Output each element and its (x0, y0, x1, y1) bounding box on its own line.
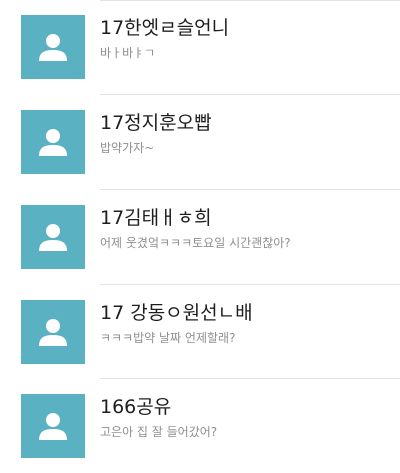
chat-preview: 바ㅏ바ㅑㄱ (100, 46, 156, 60)
chat-preview: 고은아 집 잘 들어갔어? (100, 425, 218, 439)
chat-name: 17 강동ㅇ원선ㄴ배 (100, 302, 253, 324)
chat-preview: 밥약가자~ (100, 141, 155, 155)
person-icon (39, 224, 67, 251)
avatar (21, 300, 85, 364)
chat-preview: ㅋㅋㅋ밥약 날짜 언제할래? (100, 331, 236, 345)
avatar (21, 205, 85, 269)
chat-preview: 어제 웃겼엌ㅋㅋㅋ토요일 시간괜찮아? (100, 236, 291, 250)
person-icon (39, 413, 67, 440)
chat-name: 17한엣ㄹ슬언니 (100, 17, 230, 39)
chat-row[interactable]: 17 강동ㅇ원선ㄴ배 ㅋㅋㅋ밥약 날짜 언제할래? (0, 285, 400, 379)
avatar (21, 110, 85, 174)
chat-list: 17한엣ㄹ슬언니 바ㅏ바ㅑㄱ 17정지훈오빱 밥약가자~ 17김태ㅐㅎ희 어제 … (0, 0, 400, 465)
chat-name: 17김태ㅐㅎ희 (100, 207, 212, 229)
chat-row[interactable]: 17김태ㅐㅎ희 어제 웃겼엌ㅋㅋㅋ토요일 시간괜찮아? (0, 190, 400, 284)
chat-row[interactable]: 17한엣ㄹ슬언니 바ㅏ바ㅑㄱ (0, 0, 400, 94)
chat-name: 17정지훈오빱 (100, 112, 212, 134)
person-icon (39, 319, 67, 346)
avatar (21, 394, 85, 458)
avatar (21, 15, 85, 79)
person-icon (39, 129, 67, 156)
chat-name: 166공유 (100, 396, 172, 418)
chat-row[interactable]: 166공유 고은아 집 잘 들어갔어? (0, 379, 400, 473)
person-icon (39, 34, 67, 61)
chat-row[interactable]: 17정지훈오빱 밥약가자~ (0, 95, 400, 189)
